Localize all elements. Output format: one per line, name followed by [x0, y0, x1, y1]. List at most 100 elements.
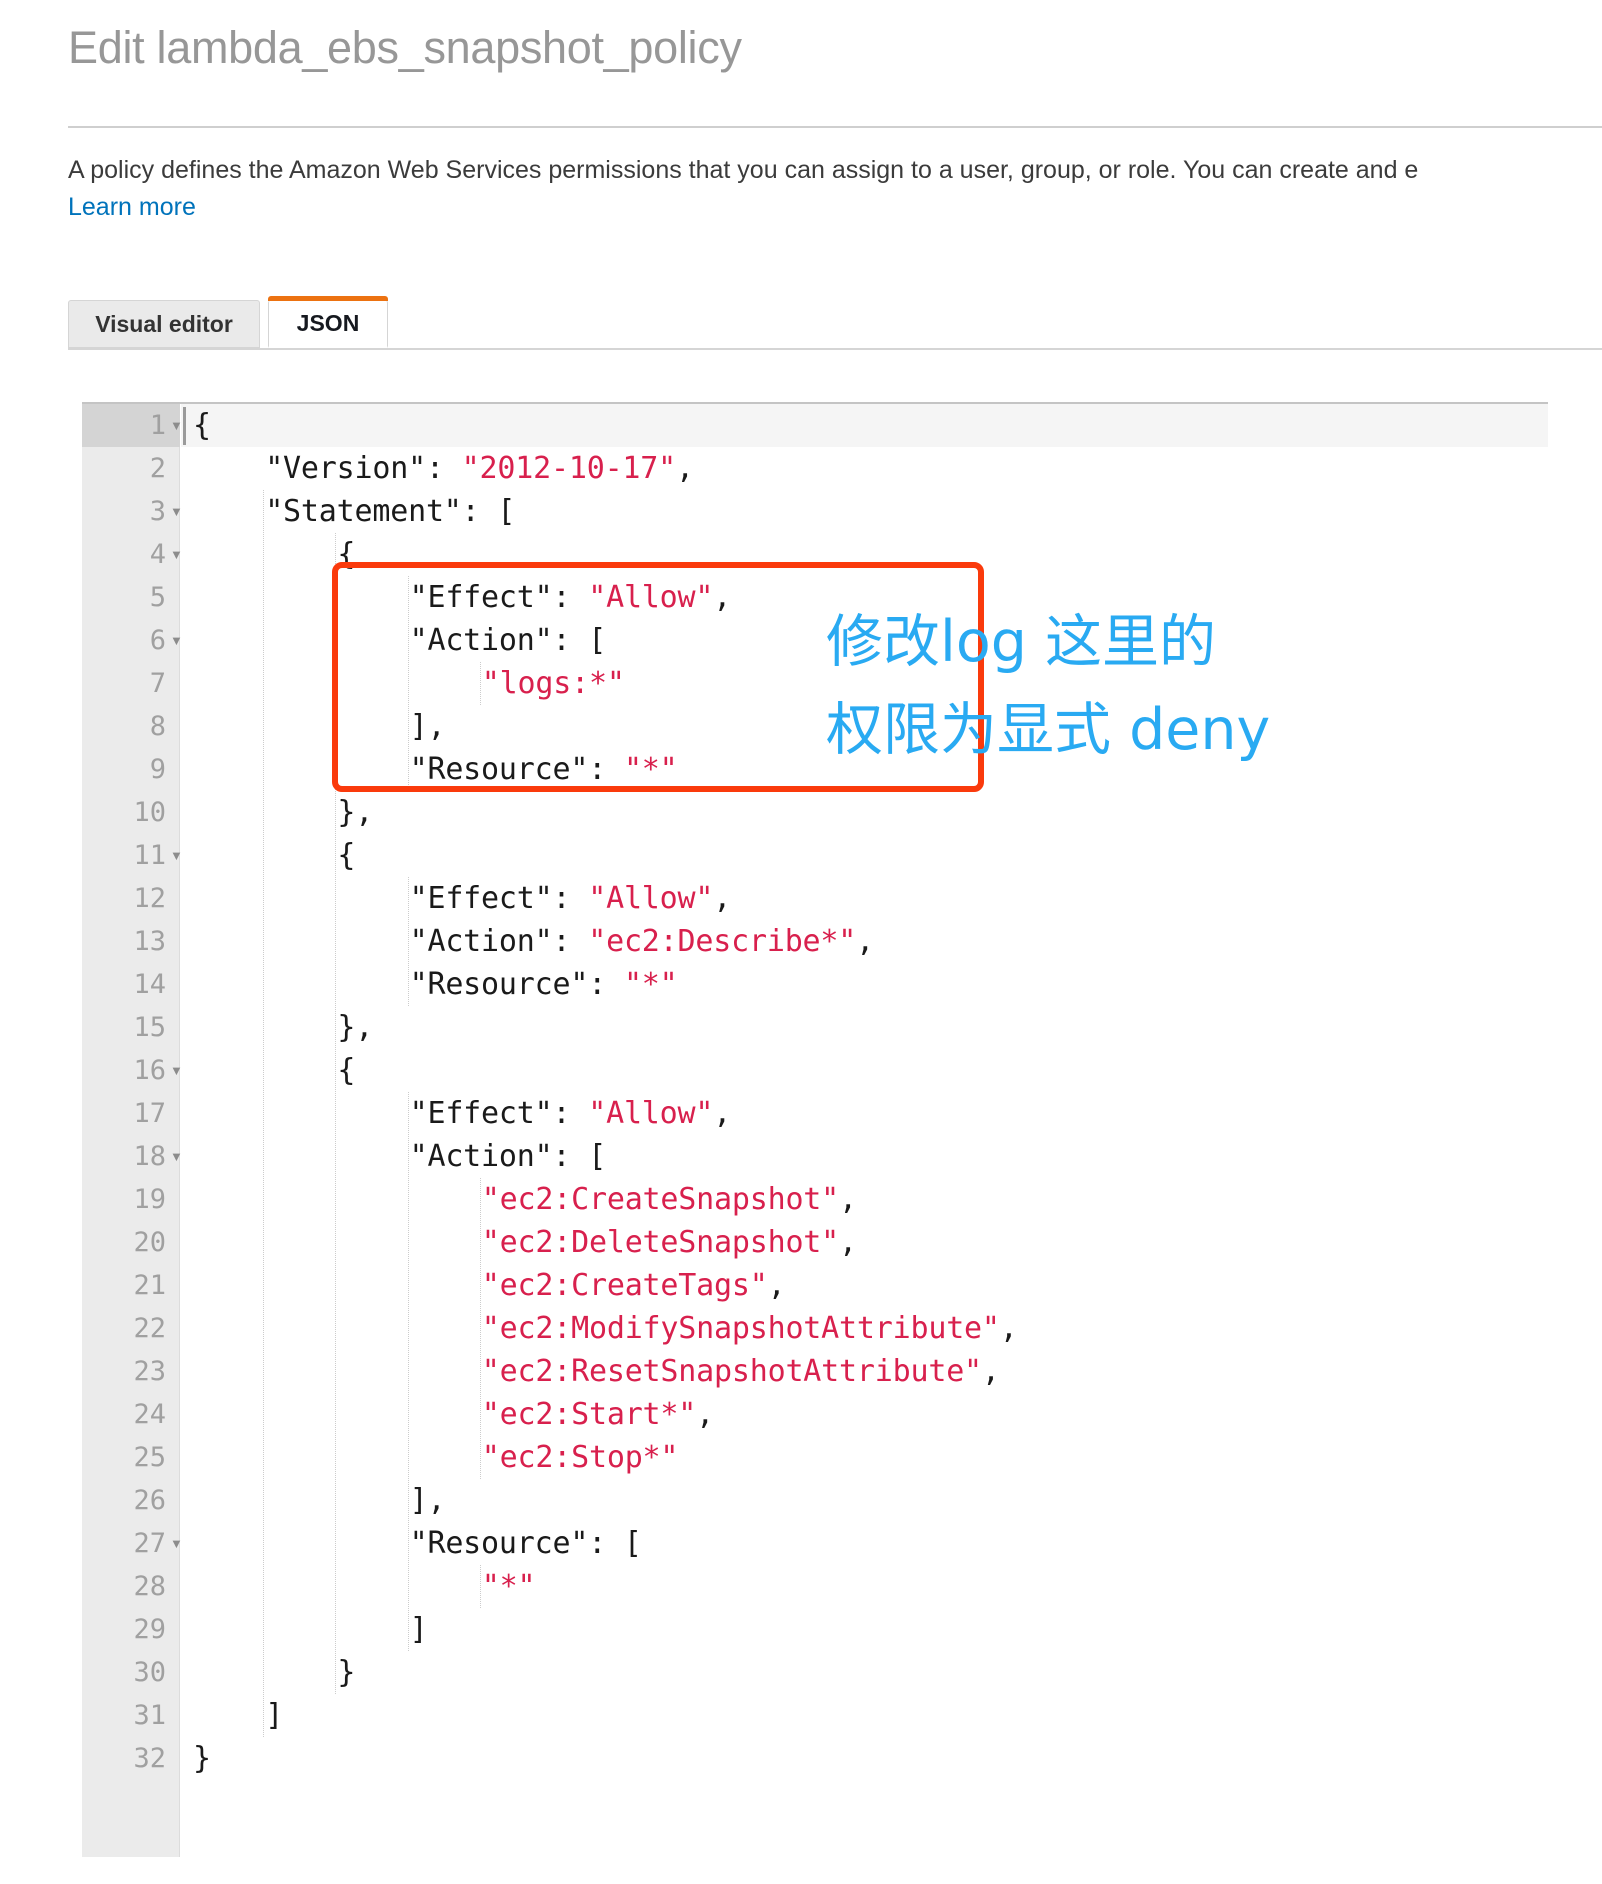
code-line: } [193, 1737, 211, 1780]
code-token-string: "ec2:ResetSnapshotAttribute" [481, 1354, 982, 1389]
line-number: 19 [133, 1184, 166, 1215]
json-policy-editor[interactable]: 1 2 3 4 5 6 7 8 9 10 11 12 13 14 15 16 17 18 19 20 21 22 23 24 2… [82, 402, 1548, 1857]
line-number: 21 [133, 1270, 166, 1301]
line-number: 23 [133, 1356, 166, 1387]
indent-guide [335, 533, 337, 1694]
code-line: "ec2:ResetSnapshotAttribute", [482, 1350, 1000, 1393]
indent-guide [263, 490, 265, 1737]
code-line: "Resource": "*" [410, 963, 678, 1006]
code-token-key: { [337, 537, 356, 572]
code-token-string: "ec2:ModifySnapshotAttribute" [481, 1311, 1000, 1346]
code-line: } [337, 1651, 355, 1694]
line-number: 30 [133, 1657, 166, 1688]
code-token-key: ] [409, 1612, 428, 1647]
code-line: ] [410, 1608, 428, 1651]
code-line: "ec2:Start*", [482, 1393, 714, 1436]
line-number: 20 [133, 1227, 166, 1258]
title-divider [68, 126, 1602, 128]
code-line: "ec2:ModifySnapshotAttribute", [482, 1307, 1018, 1350]
code-line: "Effect": "Allow", [410, 1092, 732, 1135]
code-line: "ec2:Stop*" [482, 1436, 679, 1479]
code-token-string: "Allow" [588, 881, 714, 916]
tab-visual-editor[interactable]: Visual editor [68, 300, 260, 348]
code-line: ] [265, 1694, 283, 1737]
code-token-key: ], [409, 1483, 446, 1518]
code-token-key: "Resource": [ [409, 1526, 642, 1561]
code-line: "logs:*" [482, 662, 625, 705]
code-token-string: "ec2:CreateTags" [481, 1268, 768, 1303]
code-token-string: "*" [623, 967, 678, 1002]
code-line: "*" [482, 1565, 536, 1608]
code-token-punct: , [676, 451, 694, 486]
line-number: 10 [133, 797, 166, 828]
code-token-key: "Statement": [ [265, 494, 516, 529]
line-number: 7 [149, 668, 166, 699]
line-number: 24 [133, 1399, 166, 1430]
code-line: ], [410, 1479, 446, 1522]
code-token-key: } [193, 1741, 211, 1776]
line-number: 9 [149, 754, 166, 785]
code-line: "ec2:DeleteSnapshot", [482, 1221, 857, 1264]
line-number: 1 [149, 410, 166, 441]
line-number: 31 [133, 1700, 166, 1731]
code-token-key: "Action": [ [409, 623, 607, 658]
code-line: "Action": [ [409, 619, 607, 662]
code-line: "Effect": "Allow", [410, 576, 732, 619]
line-number: 8 [149, 711, 166, 742]
code-line: { [337, 1049, 355, 1092]
line-number: 15 [133, 1012, 166, 1043]
code-line: "Version": "2012-10-17", [265, 447, 694, 490]
code-token-key: "Action": [409, 924, 589, 959]
line-number: 6 [149, 625, 166, 656]
code-token-string: "ec2:DeleteSnapshot" [481, 1225, 840, 1260]
code-token-punct: , [713, 881, 732, 916]
code-token-string: "2012-10-17" [461, 451, 677, 486]
tabbar-baseline [68, 348, 1602, 350]
code-token-punct: , [839, 1182, 857, 1217]
line-number: 3 [149, 496, 166, 527]
learn-more-link[interactable]: Learn more [68, 190, 196, 224]
code-token-string: "Allow" [588, 580, 714, 615]
code-token-key: }, [337, 795, 374, 830]
tab-json[interactable]: JSON [268, 296, 388, 348]
code-line: { [193, 408, 211, 443]
code-line: }, [337, 791, 373, 834]
code-token-string: "*" [623, 752, 678, 787]
code-line: "ec2:CreateSnapshot", [482, 1178, 857, 1221]
code-token-string: "Allow" [588, 1096, 714, 1131]
code-token-key: ] [265, 1698, 284, 1733]
code-line: "ec2:CreateTags", [482, 1264, 786, 1307]
code-token-key: "Effect": [409, 1096, 589, 1131]
code-token-punct: , [713, 1096, 732, 1131]
code-token-key: "Resource": [409, 752, 624, 787]
code-token-punct: , [856, 924, 875, 959]
code-token-string: "*" [481, 1569, 536, 1604]
code-token-string: "ec2:Describe*" [588, 924, 857, 959]
code-line: "Action": "ec2:Describe*", [409, 920, 875, 963]
line-number: 22 [133, 1313, 166, 1344]
line-number: 28 [133, 1571, 166, 1602]
tab-visual-editor-label: Visual editor [95, 310, 233, 337]
line-number: 4 [149, 539, 166, 570]
code-token-key: "Version": [265, 451, 462, 486]
line-number: 12 [133, 883, 166, 914]
policy-description: A policy defines the Amazon Web Services… [68, 156, 1419, 184]
code-token-key: "Effect": [409, 881, 589, 916]
code-line: "Action": [ [410, 1135, 607, 1178]
code-token-punct: , [999, 1311, 1018, 1346]
code-token-key: { [337, 838, 356, 873]
line-number: 32 [133, 1743, 166, 1774]
code-token-punct: , [713, 580, 732, 615]
code-line: "Effect": "Allow", [410, 877, 732, 920]
tab-json-label: JSON [296, 309, 360, 336]
code-content[interactable]: { "Version": "2012-10-17", "Statement": [ {… [181, 404, 1548, 1857]
line-number: 18 [133, 1141, 166, 1172]
code-token-string: "ec2:CreateSnapshot" [481, 1182, 840, 1217]
line-number: 13 [133, 926, 166, 957]
code-line: }, [337, 1006, 373, 1049]
code-token-key: ], [409, 709, 446, 744]
code-line: "Statement": [ [265, 490, 515, 533]
code-token-key: } [337, 1655, 356, 1690]
line-number: 2 [149, 453, 166, 484]
line-number: 27 [133, 1528, 166, 1559]
